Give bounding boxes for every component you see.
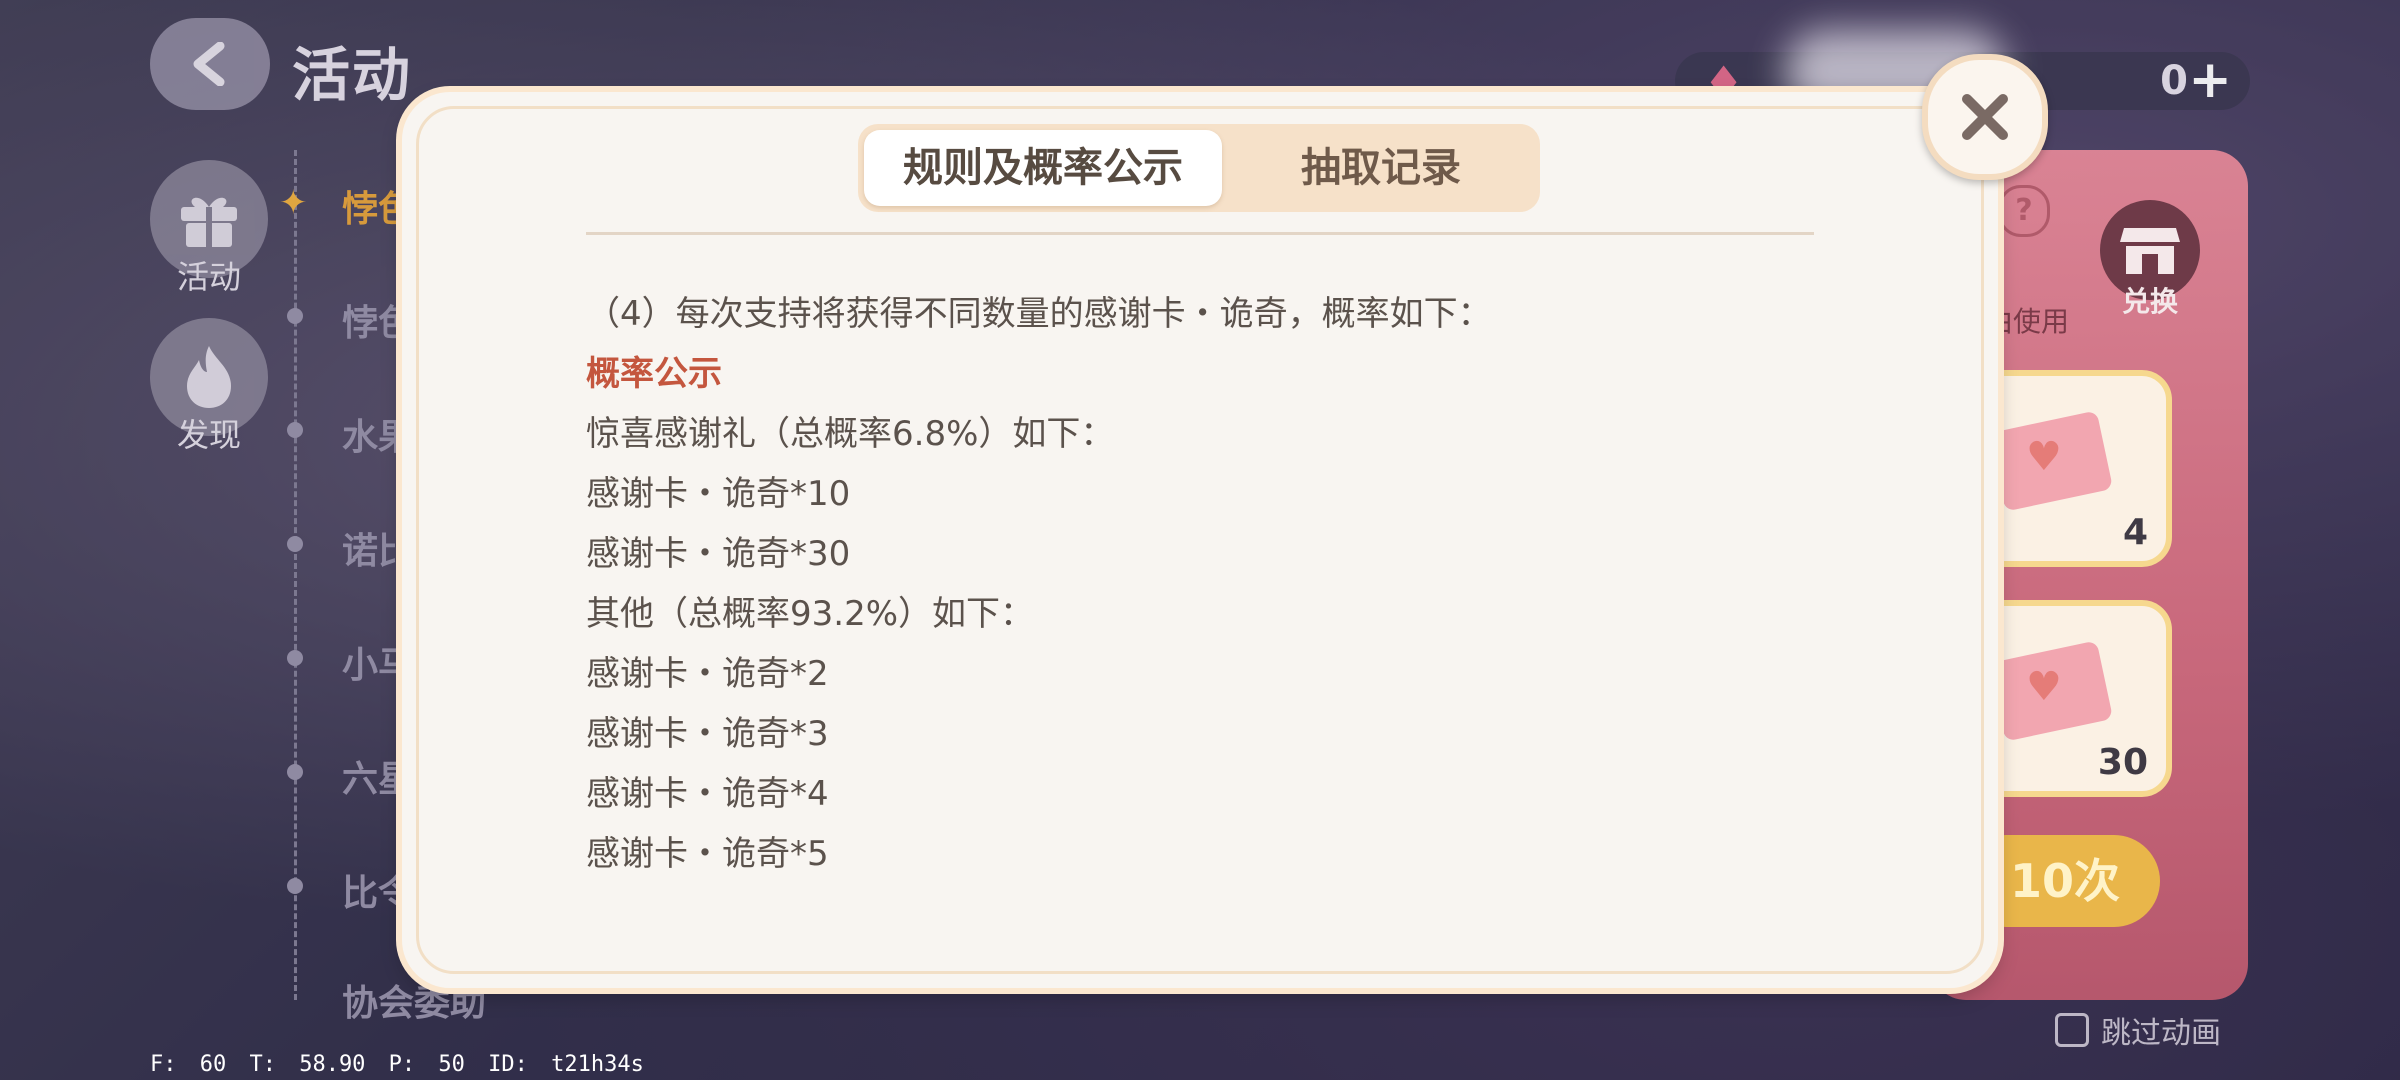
tab-draw-history[interactable]: 抽取记录 bbox=[1228, 130, 1534, 206]
skip-animation-toggle[interactable]: 跳过动画 bbox=[2055, 1008, 2221, 1052]
page-title: 活动 bbox=[292, 41, 413, 109]
rule-text: 感谢卡・诡奇*5 bbox=[586, 834, 829, 874]
gift-icon bbox=[181, 197, 237, 247]
probability-heading: 概率公示 bbox=[586, 354, 722, 394]
flame-icon bbox=[187, 346, 231, 408]
heart-icon: ♥ bbox=[2026, 664, 2062, 710]
rule-text: 惊喜感谢礼（总概率6.8%）如下： bbox=[586, 414, 1115, 454]
timeline-dot bbox=[287, 650, 303, 666]
shop-icon bbox=[2120, 228, 2180, 274]
nav-activity-label: 活动 bbox=[176, 258, 241, 296]
help-icon[interactable]: ? bbox=[1998, 185, 2050, 237]
rule-text: 感谢卡・诡奇*3 bbox=[586, 714, 829, 754]
timeline-dot bbox=[287, 764, 303, 780]
heart-icon: ♥ bbox=[2026, 434, 2062, 480]
checkbox[interactable] bbox=[2055, 1013, 2089, 1047]
tab-rules-probability[interactable]: 规则及概率公示 bbox=[864, 130, 1222, 206]
card-count: 4 bbox=[2122, 512, 2148, 553]
timeline-dot bbox=[287, 422, 303, 438]
rule-text: 感谢卡・诡奇*2 bbox=[586, 654, 829, 694]
timeline-line bbox=[294, 150, 297, 1000]
back-button[interactable] bbox=[150, 18, 270, 110]
timeline-dot bbox=[287, 878, 303, 894]
rule-text: 感谢卡・诡奇*10 bbox=[586, 474, 851, 514]
rule-text: 感谢卡・诡奇*30 bbox=[586, 534, 851, 574]
back-arrow-icon bbox=[193, 42, 225, 86]
modal-tab-bar: 规则及概率公示 抽取记录 bbox=[858, 124, 1540, 212]
close-icon bbox=[1962, 94, 2008, 140]
timeline-dot bbox=[287, 536, 303, 552]
rule-text: 感谢卡・诡奇*4 bbox=[586, 774, 829, 814]
card-count: 30 bbox=[2097, 742, 2148, 783]
add-currency-button[interactable]: + bbox=[2188, 50, 2232, 110]
currency-value: 0 bbox=[2160, 58, 2188, 104]
skip-animation-label: 跳过动画 bbox=[2101, 1016, 2221, 1051]
nav-discover-label: 发现 bbox=[176, 416, 241, 454]
close-button[interactable] bbox=[1922, 54, 2048, 180]
exchange-label: 兑换 bbox=[2121, 285, 2178, 318]
timeline-dot bbox=[287, 308, 303, 324]
rule-text: 其他（总概率93.2%）如下： bbox=[586, 594, 1035, 634]
debug-stats: F: 60 T: 58.90 P: 50 ID: t21h34s bbox=[150, 1052, 644, 1077]
rule-text: （4）每次支持将获得不同数量的感谢卡・诡奇，概率如下： bbox=[586, 294, 1492, 334]
divider bbox=[586, 232, 1814, 235]
active-star-icon: ✦ bbox=[279, 183, 308, 223]
